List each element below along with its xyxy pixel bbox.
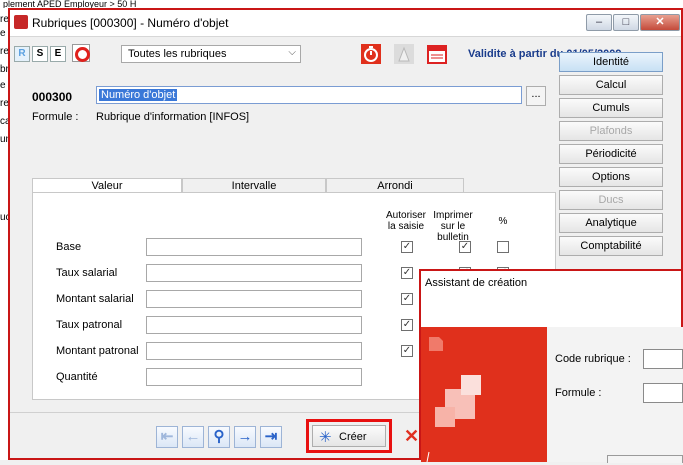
row-label: Taux salarial [56,267,118,279]
row-label: Montant patronal [56,345,139,357]
stopwatch-icon[interactable] [360,43,382,65]
wizard-logo-icon [426,337,481,463]
wizard-formule-label: Formule : [555,387,602,399]
row-value-input[interactable] [146,238,362,256]
row-value-input[interactable] [146,368,362,386]
percent-checkbox[interactable] [497,241,509,253]
side-button-3: Plafonds [559,121,663,141]
wizard-title: Assistant de création [425,277,528,289]
autoriser-checkbox[interactable]: ✓ [401,267,413,279]
side-button-5[interactable]: Options [559,167,663,187]
row-label: Taux patronal [56,319,123,331]
creer-highlight: ✳ Créer [306,419,392,453]
side-button-2[interactable]: Cumuls [559,98,663,118]
e-toggle[interactable]: E [50,46,66,62]
rubrique-filter-select[interactable]: Toutes les rubriques ⌵ [121,45,301,63]
side-button-1[interactable]: Calcul [559,75,663,95]
percent-header: % [498,216,508,227]
row-value-input[interactable] [146,290,362,308]
first-record-icon[interactable]: ⇤ [156,426,178,448]
window-title: Rubriques [000300] - Numéro d'objet [32,16,229,30]
rubrique-code: 000300 [32,90,73,104]
snowflake-icon: ✳ [319,429,332,446]
calendar-icon[interactable] [426,43,448,65]
next-record-icon[interactable]: → [234,426,256,448]
row-label: Montant salarial [56,293,134,305]
side-button-0[interactable]: Identité [559,52,663,72]
code-rubrique-label: Code rubrique : [555,353,631,365]
autoriser-checkbox[interactable]: ✓ [401,319,413,331]
maximize-button[interactable]: □ [613,14,639,31]
formule-label: Formule : [32,111,79,123]
wizard-formule-input[interactable] [643,383,683,403]
row-value-input[interactable] [146,316,362,334]
record-icon [75,47,90,62]
title-bar: Rubriques [000300] - Numéro d'objet – □ … [10,10,681,37]
row-value-input[interactable] [146,342,362,360]
row-value-input[interactable] [146,264,362,282]
creer-button[interactable]: ✳ Créer [312,425,386,447]
formule-value: Rubrique d'information [INFOS] [96,111,250,123]
wizard-banner [421,327,547,463]
autoriser-checkbox[interactable]: ✓ [401,293,413,305]
rubrique-name-input[interactable]: Numéro d'objet [96,86,522,104]
imprimer-header: Imprimer sur le bulletin [433,210,473,243]
assistant-creation-dialog: Assistant de création Code rubrique : Fo… [419,269,683,463]
wizard-button-partial[interactable] [607,455,683,463]
imprimer-checkbox[interactable]: ✓ [459,241,471,253]
chevron-down-icon: ⌵ [288,47,296,58]
creer-label: Créer [339,431,367,443]
side-button-7[interactable]: Analytique [559,213,663,233]
autoriser-checkbox[interactable]: ✓ [401,241,413,253]
minimize-button[interactable]: – [586,14,612,31]
row-label: Base [56,241,82,253]
last-record-icon[interactable]: ⇥ [260,426,282,448]
close-button[interactable]: ✕ [640,14,680,31]
search-icon[interactable]: ⚲ [208,426,230,448]
rubrique-name-value: Numéro d'objet [99,89,178,101]
autoriser-header: Autoriser la saisie [386,210,427,232]
record-button[interactable] [72,44,90,62]
background-window-title: plement APED Employeur > 50 H [3,0,137,8]
s-toggle[interactable]: S [32,46,48,62]
browse-button[interactable]: ... [526,86,546,106]
delete-icon[interactable]: ✕ [404,426,419,447]
autoriser-checkbox[interactable]: ✓ [401,345,413,357]
row-label: Quantité [56,371,98,383]
code-rubrique-input[interactable] [643,349,683,369]
wizard-form: Code rubrique : Formule : [547,327,683,463]
cone-icon[interactable] [393,43,415,65]
side-button-8[interactable]: Comptabilité [559,236,663,256]
side-button-4[interactable]: Périodicité [559,144,663,164]
previous-record-icon[interactable]: ← [182,426,204,448]
r-toggle[interactable]: R [14,46,30,62]
side-button-6: Ducs [559,190,663,210]
filter-selected-value: Toutes les rubriques [128,48,227,60]
app-icon [14,15,28,29]
